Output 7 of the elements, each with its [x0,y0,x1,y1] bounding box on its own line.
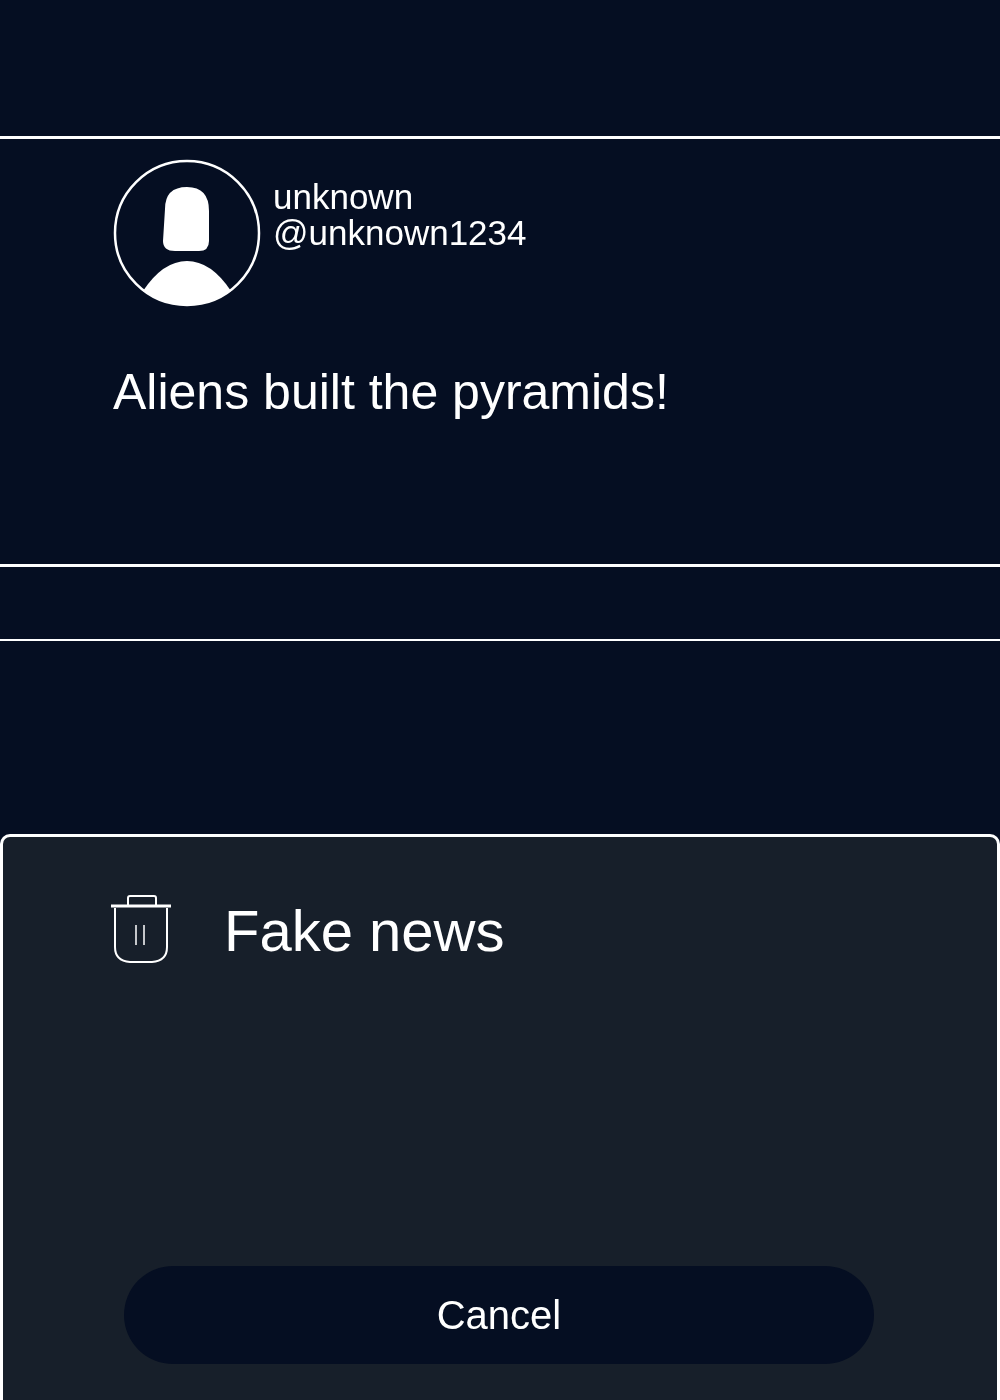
post-text: Aliens built the pyramids! [113,363,669,421]
cancel-button[interactable]: Cancel [124,1266,874,1364]
report-option[interactable]: Fake news [110,895,505,965]
display-name: unknown [273,179,414,215]
trash-icon [110,895,172,965]
avatar-icon [113,159,261,307]
user-handle: @unknown1234 [273,215,527,251]
